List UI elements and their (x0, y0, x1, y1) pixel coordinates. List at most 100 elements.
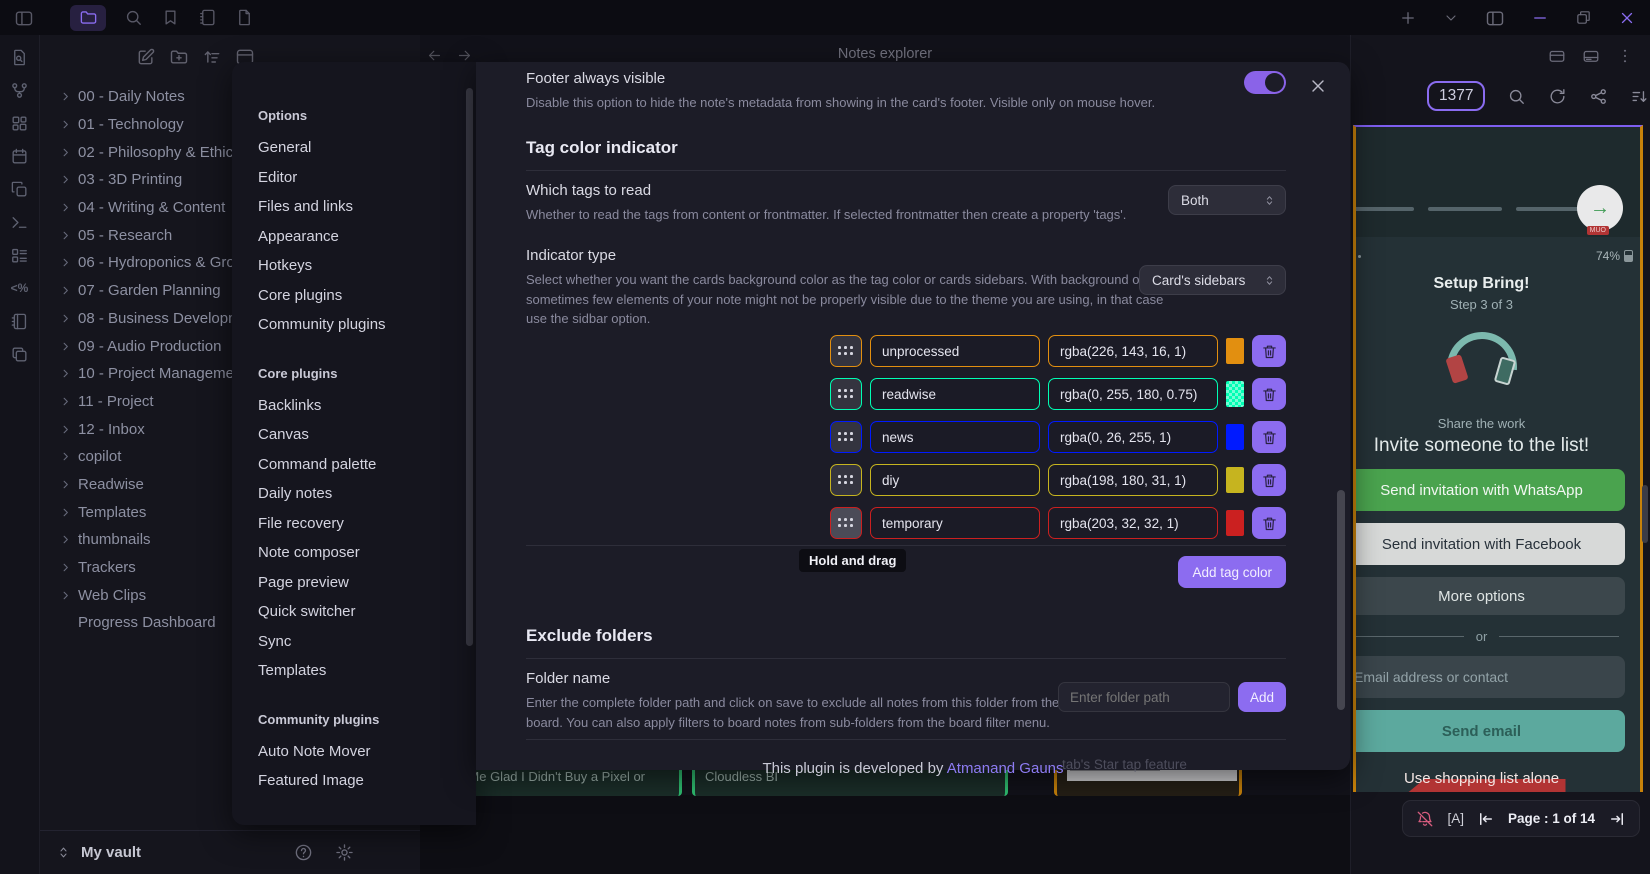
close-window-icon[interactable] (1618, 9, 1636, 27)
settings-gear-icon[interactable] (335, 843, 354, 862)
settings-nav-entry[interactable]: Hotkeys (258, 251, 476, 281)
add-folder-button[interactable]: Add (1238, 682, 1286, 712)
tag-name-input[interactable] (870, 464, 1040, 496)
chevron-right-icon[interactable] (60, 119, 78, 130)
new-note-icon[interactable] (136, 47, 156, 67)
last-page-icon[interactable] (1608, 810, 1626, 828)
drag-handle-icon[interactable] (830, 378, 862, 410)
board-search-icon[interactable] (1507, 87, 1526, 106)
files-tab-icon[interactable] (70, 4, 106, 31)
panel-scrollbar[interactable] (1642, 485, 1648, 543)
close-modal-icon[interactable] (1308, 76, 1328, 96)
drag-handle-icon[interactable] (830, 507, 862, 539)
chevron-right-icon[interactable] (60, 562, 78, 573)
new-folder-icon[interactable] (169, 47, 189, 67)
settings-nav-entry[interactable]: Community plugins (258, 310, 476, 340)
card-view-icon[interactable] (1548, 47, 1566, 65)
chevron-right-icon[interactable] (60, 147, 78, 158)
calendar-icon[interactable] (7, 146, 33, 166)
settings-nav-entry[interactable]: Command palette (258, 450, 476, 480)
whatsapp-invite-button[interactable]: Send invitation with WhatsApp (1356, 469, 1625, 511)
chevron-right-icon[interactable] (60, 368, 78, 379)
folder-path-input[interactable] (1058, 682, 1230, 712)
toggle-left-sidebar-icon[interactable] (14, 8, 34, 28)
delete-tag-button[interactable] (1252, 378, 1286, 410)
drag-handle-icon[interactable] (830, 464, 862, 496)
notebook-icon[interactable] (7, 311, 33, 331)
chevron-right-icon[interactable] (60, 313, 78, 324)
tag-color-swatch[interactable] (1226, 424, 1244, 450)
which-tags-select[interactable]: Both (1168, 185, 1286, 215)
settings-nav-entry[interactable]: Files and links (258, 192, 476, 222)
tag-color-swatch[interactable] (1226, 467, 1244, 493)
tag-rgba-input[interactable] (1048, 335, 1218, 367)
settings-nav-entry[interactable]: Core plugins (258, 366, 476, 381)
vault-name[interactable]: My vault (81, 844, 141, 861)
settings-nav-entry[interactable]: Page preview (258, 568, 476, 598)
file-search-icon[interactable] (7, 47, 33, 67)
chevron-right-icon[interactable] (60, 479, 78, 490)
send-email-button[interactable]: Send email (1356, 710, 1625, 752)
tag-color-swatch[interactable] (1226, 381, 1244, 407)
kanban-list-icon[interactable] (7, 245, 33, 265)
more-options-button[interactable]: More options (1356, 577, 1625, 615)
tag-color-swatch[interactable] (1226, 510, 1244, 536)
tag-color-swatch[interactable] (1226, 338, 1244, 364)
note-count-badge[interactable]: 1377 (1427, 81, 1486, 111)
new-tab-icon[interactable] (1399, 9, 1417, 27)
tag-name-input[interactable] (870, 507, 1040, 539)
tag-rgba-input[interactable] (1048, 507, 1218, 539)
help-icon[interactable] (294, 843, 313, 862)
tag-name-input[interactable] (870, 421, 1040, 453)
share-icon[interactable] (1589, 87, 1608, 106)
email-input[interactable] (1356, 656, 1625, 698)
chevron-right-icon[interactable] (60, 590, 78, 601)
note-card[interactable]: → MUO 74% Setup Bring! Step 3 of 3 Share… (1353, 125, 1643, 792)
settings-nav-entry[interactable]: Appearance (258, 222, 476, 252)
settings-nav-entry[interactable]: Editor (258, 163, 476, 193)
chevron-right-icon[interactable] (60, 230, 78, 241)
tag-name-input[interactable] (870, 378, 1040, 410)
first-page-icon[interactable] (1477, 810, 1495, 828)
journal-icon[interactable] (198, 8, 217, 27)
new-file-icon[interactable] (235, 8, 254, 27)
settings-nav-entry[interactable]: Note composer (258, 538, 476, 568)
footer-visible-toggle[interactable] (1244, 71, 1286, 94)
bookmark-icon[interactable] (161, 8, 180, 27)
tag-rgba-input[interactable] (1048, 378, 1218, 410)
delete-tag-button[interactable] (1252, 507, 1286, 539)
add-tag-color-button[interactable]: Add tag color (1178, 556, 1286, 588)
tag-rgba-input[interactable] (1048, 421, 1218, 453)
delete-tag-button[interactable] (1252, 464, 1286, 496)
code-template-icon[interactable]: <% (7, 278, 33, 298)
settings-nav-entry[interactable]: Templates (258, 656, 476, 686)
facebook-invite-button[interactable]: Send invitation with Facebook (1356, 523, 1625, 565)
search-icon[interactable] (124, 8, 143, 27)
drag-handle-icon[interactable] (830, 335, 862, 367)
sort-order-icon[interactable] (202, 47, 222, 67)
settings-nav-entry[interactable]: General (258, 133, 476, 163)
drag-handle-icon[interactable] (830, 421, 862, 453)
dashboard-grid-icon[interactable] (7, 113, 33, 133)
indicator-type-select[interactable]: Card's sidebars (1139, 265, 1286, 295)
chevron-right-icon[interactable] (60, 341, 78, 352)
chevron-right-icon[interactable] (60, 507, 78, 518)
settings-nav-entry[interactable]: Featured Image (258, 766, 476, 796)
chevron-right-icon[interactable] (60, 396, 78, 407)
restore-icon[interactable] (1575, 9, 1592, 26)
settings-nav-entry[interactable]: Community plugins (258, 712, 476, 727)
chevron-right-icon[interactable] (60, 534, 78, 545)
chevron-right-icon[interactable] (60, 202, 78, 213)
notifications-off-icon[interactable] (1416, 810, 1434, 828)
chevron-right-icon[interactable] (60, 424, 78, 435)
terminal-icon[interactable] (7, 212, 33, 232)
delete-tag-button[interactable] (1252, 335, 1286, 367)
chevron-right-icon[interactable] (60, 174, 78, 185)
settings-nav-entry[interactable]: Options (258, 108, 476, 123)
delete-tag-button[interactable] (1252, 421, 1286, 453)
settings-nav-entry[interactable]: Canvas (258, 420, 476, 450)
sort-desc-icon[interactable] (1630, 87, 1649, 106)
nav-scrollbar[interactable] (466, 88, 473, 646)
duplicate-icon[interactable] (7, 344, 33, 364)
tag-rgba-input[interactable] (1048, 464, 1218, 496)
